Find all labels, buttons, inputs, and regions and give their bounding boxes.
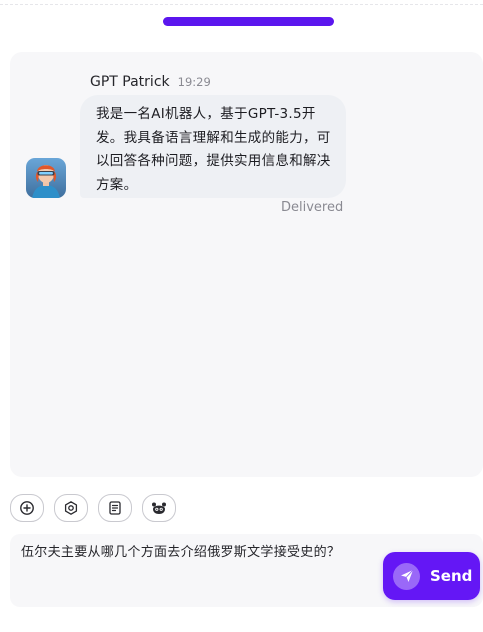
send-button[interactable]: Send	[383, 552, 480, 600]
top-progress-bar	[163, 17, 334, 26]
message-time: 19:29	[177, 75, 211, 89]
settings-gear-icon	[64, 501, 78, 515]
settings-button[interactable]	[54, 494, 88, 522]
robot-avatar-icon[interactable]	[26, 158, 66, 198]
paper-plane-glyph	[400, 569, 413, 582]
bot-face-icon	[152, 502, 166, 514]
sender-name: GPT Patrick	[90, 74, 170, 90]
message-input-value[interactable]: 伍尔夫主要从哪几个方面去介绍俄罗斯文学接受史的？	[21, 541, 340, 560]
message-header: GPT Patrick 19:29	[90, 74, 211, 90]
chat-page: GPT Patrick 19:29 我是一名AI机器人，基于GPT-3.5开发。…	[0, 0, 483, 632]
send-label: Send	[430, 567, 473, 585]
message-status: Delivered	[281, 200, 344, 215]
avatar-image	[26, 158, 66, 198]
message-bubble: 我是一名AI机器人，基于GPT-3.5开发。我具备语言理解和生成的能力，可以回答…	[80, 95, 346, 198]
paper-plane-icon	[393, 562, 420, 590]
document-icon	[109, 501, 121, 515]
bot-button[interactable]	[142, 494, 176, 522]
message-text: 我是一名AI机器人，基于GPT-3.5开发。我具备语言理解和生成的能力，可以回答…	[96, 106, 331, 193]
document-button[interactable]	[98, 494, 132, 522]
add-button[interactable]	[10, 494, 44, 522]
add-circle-icon	[20, 501, 34, 515]
composer-toolbar	[10, 494, 176, 522]
top-divider	[0, 4, 483, 5]
